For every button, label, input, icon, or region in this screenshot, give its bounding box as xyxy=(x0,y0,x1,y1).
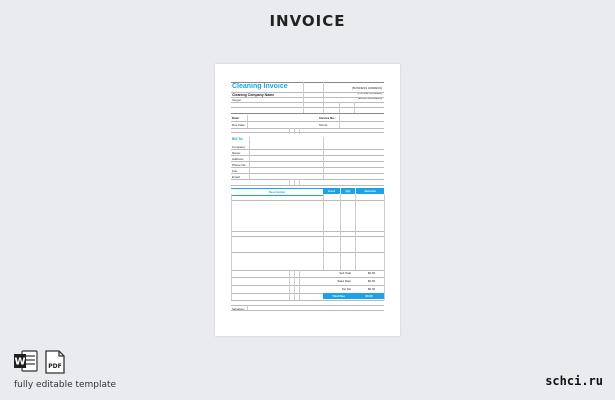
invoice-preview-sheet: Cleaning Invoice Cleaning Company Name S… xyxy=(215,64,400,336)
page-heading: INVOICE xyxy=(269,12,346,30)
divider xyxy=(231,113,384,114)
table-row xyxy=(231,236,384,237)
column-rule xyxy=(323,82,324,113)
bill-to-label: Bill To: xyxy=(232,137,244,141)
tax-label: Tax Dis xyxy=(341,287,351,291)
divider xyxy=(231,97,384,98)
column-rule xyxy=(299,179,300,185)
column-rule xyxy=(294,270,295,300)
table-row xyxy=(231,231,384,232)
column-header-description: Description xyxy=(231,188,323,196)
terms-label: Terms: xyxy=(319,123,328,127)
column-rule xyxy=(289,179,290,185)
invoice-number-label: Invoice No.: xyxy=(319,116,337,120)
column-rule xyxy=(249,137,250,179)
column-rule xyxy=(299,128,300,134)
divider xyxy=(231,167,384,168)
word-icon: W xyxy=(14,350,38,372)
column-rule xyxy=(247,115,248,128)
divider xyxy=(231,149,384,150)
table-row xyxy=(231,200,384,201)
column-rule xyxy=(323,137,324,179)
divider xyxy=(231,285,384,286)
divider xyxy=(231,277,384,278)
column-rule xyxy=(339,102,340,113)
divider xyxy=(231,132,384,133)
sales-rate-label: Sales Rate xyxy=(337,279,351,283)
column-rule xyxy=(294,128,295,134)
divider xyxy=(231,185,384,186)
divider xyxy=(231,92,384,93)
column-header-amount: Amount xyxy=(356,188,384,194)
column-rule xyxy=(247,305,248,310)
divider xyxy=(231,82,384,83)
invoice-title: Cleaning Invoice xyxy=(232,83,288,90)
brand-logo-text: schci.ru xyxy=(545,374,603,388)
divider xyxy=(231,155,384,156)
column-rule xyxy=(339,115,340,128)
column-rule xyxy=(340,194,341,270)
column-header-cost: Cost xyxy=(323,188,340,194)
invoice-form: Cleaning Invoice Cleaning Company Name S… xyxy=(231,82,385,325)
date-label: Date: xyxy=(232,116,240,120)
template-caption: fully editable template xyxy=(14,380,117,390)
pdf-icon: PDF xyxy=(45,350,65,374)
due-date-label: Due Date: xyxy=(232,123,246,127)
divider xyxy=(231,173,384,174)
subtotal-value: $0.00 xyxy=(368,271,375,275)
pdf-icon-label: PDF xyxy=(48,363,61,370)
column-rule xyxy=(384,194,385,300)
column-rule xyxy=(303,82,304,113)
column-rule xyxy=(289,270,290,300)
divider xyxy=(231,107,384,108)
divider xyxy=(231,121,384,122)
address-line: [BUSINESS ADDRESS] xyxy=(352,86,382,90)
divider xyxy=(231,161,384,162)
divider xyxy=(231,102,384,103)
column-rule xyxy=(299,270,300,300)
column-rule xyxy=(294,179,295,185)
divider xyxy=(231,310,384,311)
total-due-label: Total Due xyxy=(332,294,345,298)
divider xyxy=(231,300,384,301)
column-rule xyxy=(289,128,290,134)
tax-value: $0.00 xyxy=(368,287,375,291)
table-row xyxy=(231,270,384,271)
items-table-header: Description Cost Qty Amount xyxy=(231,188,384,196)
column-rule xyxy=(355,194,356,270)
word-icon-letter: W xyxy=(14,357,25,368)
table-row xyxy=(231,252,384,253)
divider xyxy=(231,179,384,180)
column-rule xyxy=(354,102,355,113)
divider xyxy=(231,128,384,129)
total-due-value: $0.00 xyxy=(365,294,373,298)
sales-rate-value: $0.00 xyxy=(368,279,375,283)
column-rule xyxy=(323,194,324,270)
subtotal-label: Sub Total xyxy=(339,271,351,275)
column-header-qty: Qty xyxy=(341,188,355,194)
divider xyxy=(231,305,384,306)
